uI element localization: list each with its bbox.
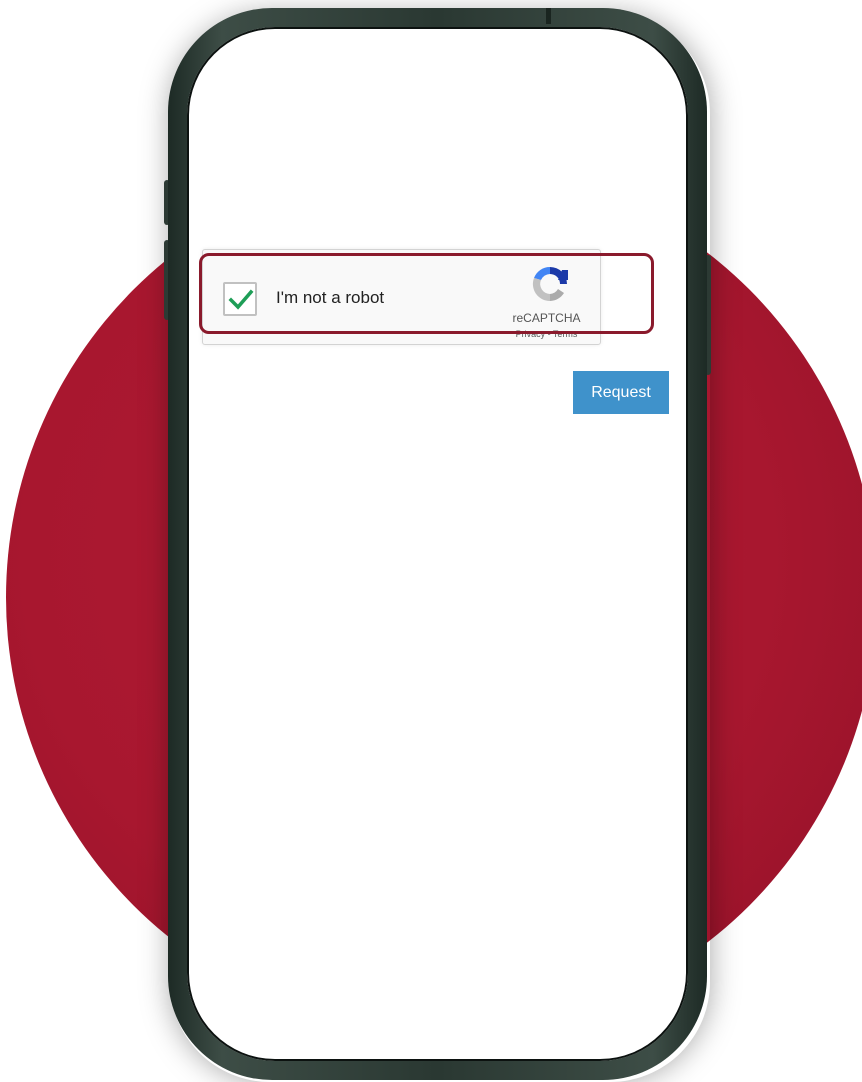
request-button[interactable]: Request xyxy=(573,371,669,414)
phone-antenna-line xyxy=(546,8,551,24)
recaptcha-checkbox[interactable] xyxy=(223,282,257,316)
recaptcha-privacy-terms-links[interactable]: Privacy - Terms xyxy=(494,329,599,339)
check-mark-icon xyxy=(228,289,254,310)
phone-screen: I'm not a robot reCAPTCHA Privacy - Term… xyxy=(187,27,688,1061)
recaptcha-logo-icon xyxy=(532,266,568,302)
recaptcha-widget: I'm not a robot reCAPTCHA Privacy - Term… xyxy=(202,249,601,345)
recaptcha-brand: reCAPTCHA xyxy=(512,311,581,325)
recaptcha-label: I'm not a robot xyxy=(276,288,385,307)
